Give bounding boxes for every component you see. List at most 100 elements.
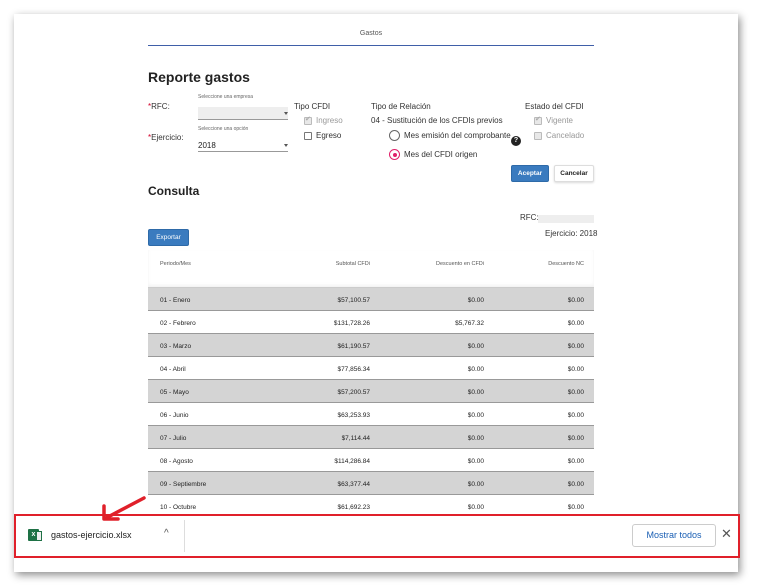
close-icon[interactable]: ✕: [721, 526, 732, 542]
table-cell: 10 - Octubre: [160, 504, 197, 511]
table-cell: $0.00: [567, 389, 584, 396]
page-content: Gastos Reporte gastos *RFC: Seleccione u…: [14, 14, 738, 514]
table-cell: 01 - Enero: [160, 297, 191, 304]
table-cell: 06 - Junio: [160, 412, 189, 419]
table-cell: $131,728.26: [333, 320, 370, 327]
rfc-hint: Seleccione una empresa: [198, 94, 254, 100]
tipo-relacion-value: 04 - Sustitución de los CFDIs previos: [371, 116, 503, 125]
vigente-checkbox[interactable]: Vigente: [534, 115, 573, 125]
table-cell: $0.00: [567, 412, 584, 419]
radio-selected-icon: [389, 149, 400, 160]
meta-ejercicio: Ejercicio: 2018: [545, 229, 598, 238]
col-periodo[interactable]: Periodo/Mes: [160, 261, 191, 267]
export-button[interactable]: Exportar: [148, 229, 189, 246]
table-cell: $0.00: [467, 504, 484, 511]
table-row: 10 - Octubre $61,692.23 $0.00 $0.00: [148, 495, 594, 514]
egreso-checkbox[interactable]: Egreso: [304, 131, 341, 140]
table-cell: $0.00: [567, 343, 584, 350]
tab-bar: Gastos: [148, 14, 594, 46]
table-cell: 07 - Julio: [160, 435, 187, 442]
table-row: 02 - Febrero $131,728.26 $5,767.32 $0.00: [148, 311, 594, 334]
table-cell: $57,200.57: [337, 389, 370, 396]
table-cell: $5,767.32: [455, 320, 484, 327]
radio-mes-emision[interactable]: Mes emisión del comprobante: [389, 130, 511, 141]
tab-gastos[interactable]: Gastos: [148, 30, 594, 37]
col-descuento-cfdi[interactable]: Descuento en CFDi: [436, 261, 484, 267]
download-item[interactable]: x gastos-ejercicio.xlsx: [28, 529, 132, 541]
divider: [184, 520, 185, 552]
rfc-label: *RFC:: [148, 102, 170, 111]
ejercicio-hint: Seleccione una opción: [198, 126, 249, 132]
ejercicio-label: *Ejercicio:: [148, 133, 184, 142]
table-cell: $63,377.44: [337, 481, 370, 488]
table-cell: $0.00: [567, 481, 584, 488]
ejercicio-select[interactable]: Seleccione una opción 2018: [198, 126, 288, 152]
checkbox-icon: [534, 131, 542, 140]
page-title: Reporte gastos: [148, 69, 250, 85]
table-row: 09 - Septiembre $63,377.44 $0.00 $0.00: [148, 472, 594, 495]
table-cell: $114,286.84: [334, 458, 370, 465]
table-cell: $0.00: [467, 435, 484, 442]
accept-button[interactable]: Aceptar: [511, 165, 549, 182]
table-cell: $57,100.57: [337, 297, 370, 304]
table-cell: 03 - Marzo: [160, 343, 192, 350]
radio-icon: [389, 130, 400, 141]
table-cell: $63,253.93: [337, 412, 370, 419]
table-cell: $0.00: [467, 481, 484, 488]
section-title: Consulta: [148, 184, 200, 198]
show-all-button[interactable]: Mostrar todos: [632, 524, 716, 547]
estado-header: Estado del CFDI: [525, 102, 584, 111]
table-cell: $0.00: [567, 458, 584, 465]
table-cell: $7,114.44: [341, 435, 370, 442]
meta-rfc-label: RFC:: [520, 213, 539, 222]
meta-rfc-value: [538, 215, 594, 223]
checkbox-icon: [304, 115, 312, 125]
table-cell: $0.00: [467, 412, 484, 419]
table-row: 01 - Enero $57,100.57 $0.00 $0.00: [148, 288, 594, 311]
table-cell: 09 - Septiembre: [160, 481, 207, 488]
red-arrow-icon: [102, 496, 146, 521]
chevron-down-icon: [284, 112, 288, 115]
table-cell: $0.00: [467, 389, 484, 396]
browser-window: Gastos Reporte gastos *RFC: Seleccione u…: [14, 14, 738, 572]
table-cell: $0.00: [467, 458, 484, 465]
table-row: 08 - Agosto $114,286.84 $0.00 $0.00: [148, 449, 594, 472]
table-row: 07 - Julio $7,114.44 $0.00 $0.00: [148, 426, 594, 449]
excel-file-icon: x: [28, 529, 42, 541]
chevron-up-icon[interactable]: ^: [164, 528, 169, 539]
table-cell: $77,856.34: [337, 366, 370, 373]
table-cell: $0.00: [567, 504, 584, 511]
table-row: 03 - Marzo $61,190.57 $0.00 $0.00: [148, 334, 594, 357]
table-cell: 04 - Abril: [160, 366, 186, 373]
table-row: 05 - Mayo $57,200.57 $0.00 $0.00: [148, 380, 594, 403]
table-cell: $0.00: [467, 297, 484, 304]
table-cell: $0.00: [467, 366, 484, 373]
table-cell: 08 - Agosto: [160, 458, 193, 465]
table-cell: $0.00: [467, 343, 484, 350]
table-cell: $0.00: [567, 297, 584, 304]
table-row: 06 - Junio $63,253.93 $0.00 $0.00: [148, 403, 594, 426]
checkbox-icon: [534, 115, 542, 125]
report-table: Periodo/Mes Subtotal CFDi Descuento en C…: [148, 250, 594, 514]
ingreso-checkbox[interactable]: Ingreso: [304, 115, 343, 125]
cancel-button[interactable]: Cancelar: [554, 165, 594, 182]
table-cell: $0.00: [567, 366, 584, 373]
col-descuento-nc[interactable]: Descuento NC: [548, 261, 584, 267]
table-cell: 05 - Mayo: [160, 389, 189, 396]
rfc-select[interactable]: Seleccione una empresa: [198, 94, 288, 120]
tipo-cfdi-header: Tipo CFDI: [294, 102, 331, 111]
help-icon[interactable]: ?: [511, 136, 521, 146]
checkbox-icon: [304, 131, 312, 140]
table-cell: $61,190.57: [337, 343, 370, 350]
table-cell: $0.00: [567, 435, 584, 442]
tipo-relacion-header: Tipo de Relación: [371, 102, 431, 111]
table-cell: $61,692.23: [337, 504, 370, 511]
radio-mes-cfdi-origen[interactable]: Mes del CFDI origen: [389, 149, 477, 160]
cancelado-checkbox[interactable]: Cancelado: [534, 131, 584, 140]
table-cell: 02 - Febrero: [160, 320, 196, 327]
download-filename[interactable]: gastos-ejercicio.xlsx: [51, 530, 132, 540]
table-header: Periodo/Mes Subtotal CFDi Descuento en C…: [148, 250, 594, 288]
chevron-down-icon: [284, 144, 288, 147]
table-row: 04 - Abril $77,856.34 $0.00 $0.00: [148, 357, 594, 380]
col-subtotal[interactable]: Subtotal CFDi: [336, 261, 370, 267]
